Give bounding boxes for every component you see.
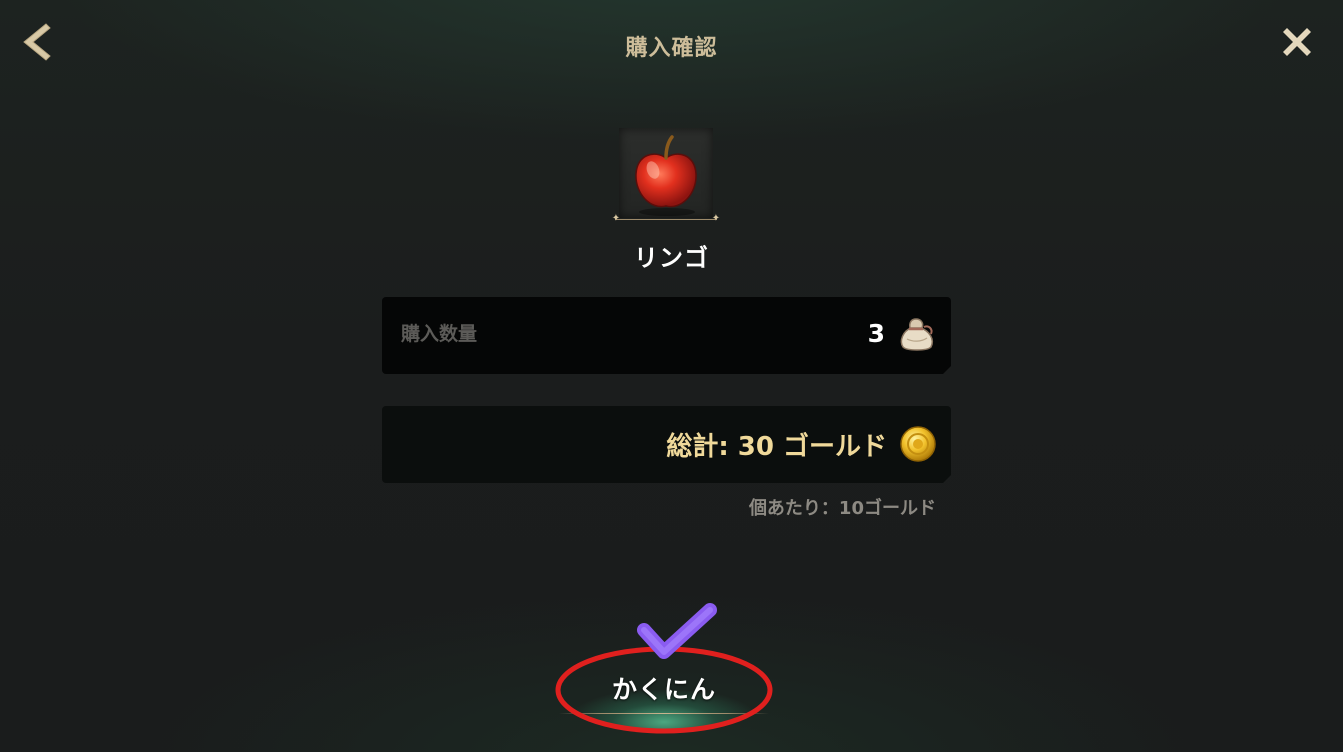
apple-icon: [635, 135, 697, 216]
quantity-panel: 購入数量 3: [382, 297, 951, 374]
total-panel: 総計: 30 ゴールド: [382, 406, 951, 483]
bag-icon: [897, 315, 937, 353]
quantity-label: 購入数量: [401, 323, 478, 345]
item-frame-divider: [615, 219, 717, 220]
checkmark-icon: [637, 603, 717, 659]
close-button[interactable]: [1277, 22, 1317, 62]
gold-coin-icon: [899, 425, 937, 463]
quantity-value: 3: [867, 319, 885, 348]
unit-price: 個あたり：10ゴールド: [748, 498, 936, 519]
item-name: リンゴ: [634, 244, 709, 272]
item-icon-frame: ✦ ✦: [612, 128, 720, 224]
confirm-area: かくにん: [553, 600, 775, 738]
close-icon: [1283, 28, 1311, 56]
total-price: 総計: 30 ゴールド: [666, 432, 887, 462]
page-title: 購入確認: [625, 36, 718, 61]
sparkle-icon: ✦: [611, 213, 621, 224]
sparkle-icon: ✦: [711, 213, 721, 224]
